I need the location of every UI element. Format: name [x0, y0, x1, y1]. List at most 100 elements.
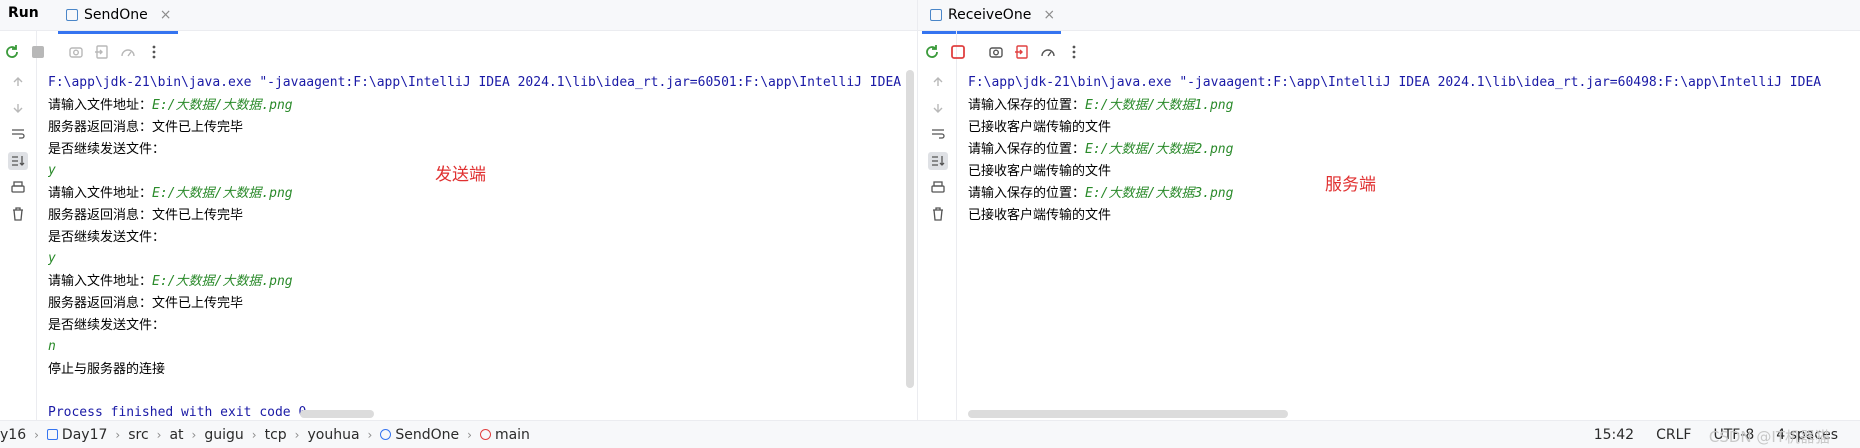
user-input-text: E:/大数据/大数据2.png	[1085, 142, 1234, 157]
console-line: 服务器返回消息：文件已上传完毕	[48, 116, 914, 138]
console-line: y	[48, 248, 914, 270]
prompt-text: 请输入文件地址：	[48, 97, 153, 112]
prompt-text: 请输入文件地址：	[48, 185, 153, 200]
output-text: 是否继续发送文件：	[48, 317, 166, 332]
console-line: 已接收客户端传输的文件	[968, 204, 1838, 226]
arrow-up-icon[interactable]	[10, 74, 26, 90]
command-line-text: F:\app\jdk-21\bin\java.exe "-javaagent:F…	[968, 75, 1822, 90]
send-console-output[interactable]: F:\app\jdk-21\bin\java.exe "-javaagent:F…	[48, 72, 914, 424]
arrow-up-icon[interactable]	[930, 74, 946, 90]
chevron-right-icon: ›	[467, 427, 472, 442]
chevron-right-icon: ›	[156, 427, 162, 442]
chevron-right-icon: ›	[367, 427, 373, 442]
console-line: F:\app\jdk-21\bin\java.exe "-javaagent:F…	[48, 72, 914, 94]
console-line: 请输入文件地址：E:/大数据/大数据.png	[48, 182, 914, 204]
output-text: 是否继续发送文件：	[48, 141, 166, 156]
breadcrumb-item[interactable]: tcp	[265, 427, 287, 443]
console-line: 是否继续发送文件：	[48, 314, 914, 336]
stop-icon[interactable]	[30, 44, 46, 60]
arrow-down-icon[interactable]	[930, 100, 946, 116]
user-input-text: y	[48, 251, 56, 266]
console-line: 服务器返回消息：文件已上传完毕	[48, 204, 914, 226]
gutter-divider	[956, 30, 957, 420]
print-icon[interactable]	[930, 180, 946, 196]
trash-icon[interactable]	[10, 206, 26, 222]
status-bar: y16 › Day17 › src › at › guigu › tcp › youhua › SendOn…	[0, 420, 1860, 448]
server-annotation: 服务端	[1325, 175, 1376, 195]
breadcrumb-item[interactable]: guigu	[204, 427, 243, 443]
sender-annotation: 发送端	[435, 165, 486, 185]
chevron-right-icon: ›	[34, 427, 39, 442]
breadcrumb-item[interactable]: src	[128, 427, 148, 443]
tab-sendone[interactable]: SendOne ×	[58, 0, 177, 34]
output-text: 是否继续发送文件：	[48, 229, 166, 244]
user-input-text: E:/大数据/大数据1.png	[1085, 98, 1234, 113]
pane-divider[interactable]	[917, 0, 918, 447]
user-input-text: E:/大数据/大数据3.png	[1085, 186, 1234, 201]
breadcrumb-item[interactable]: Day17	[62, 427, 107, 443]
import-icon[interactable]	[1014, 44, 1030, 60]
console-line: 请输入文件地址：E:/大数据/大数据.png	[48, 270, 914, 292]
left-horizontal-scrollbar[interactable]	[300, 410, 374, 418]
rerun-icon[interactable]	[4, 44, 20, 60]
soft-wrap-icon[interactable]	[10, 126, 26, 142]
close-icon[interactable]: ×	[160, 7, 172, 23]
prompt-text: 请输入保存的位置：	[968, 97, 1086, 112]
console-line: 请输入保存的位置：E:/大数据/大数据1.png	[968, 94, 1838, 116]
breadcrumb-item[interactable]: SendOne	[395, 427, 459, 443]
caret-position[interactable]: 15:42	[1594, 427, 1634, 443]
camera-icon[interactable]	[68, 44, 84, 60]
chevron-right-icon: ›	[115, 427, 121, 442]
module-icon	[46, 429, 58, 440]
breadcrumb: y16 › Day17 › src › at › guigu › tcp › youhua › SendOn…	[0, 427, 530, 443]
breadcrumb-item[interactable]: youhua	[307, 427, 359, 443]
scroll-to-end-icon[interactable]	[928, 152, 948, 170]
print-icon[interactable]	[10, 180, 26, 196]
left-console-gutter	[0, 74, 36, 232]
scroll-to-end-icon[interactable]	[8, 152, 28, 170]
breadcrumb-item[interactable]: y16	[0, 427, 26, 443]
gutter-divider	[36, 30, 37, 420]
breadcrumb-item[interactable]: at	[169, 427, 183, 443]
console-line: 请输入保存的位置：E:/大数据/大数据3.png	[968, 182, 1838, 204]
profiler-icon[interactable]	[120, 44, 136, 60]
watermark: CSDN @IT机器猫	[1708, 428, 1830, 446]
user-input-text: E:/大数据/大数据.png	[152, 98, 293, 113]
profiler-icon[interactable]	[1040, 44, 1056, 60]
console-line: 已接收客户端传输的文件	[968, 116, 1838, 138]
receive-console-output[interactable]: F:\app\jdk-21\bin\java.exe "-javaagent:F…	[968, 72, 1838, 226]
left-vertical-scrollbar[interactable]	[906, 70, 914, 388]
right-toolbar	[924, 40, 1092, 64]
more-icon[interactable]	[146, 44, 162, 60]
user-input-text: n	[48, 339, 56, 354]
stop-icon[interactable]	[950, 44, 966, 60]
console-line: 请输入保存的位置：E:/大数据/大数据2.png	[968, 138, 1838, 160]
run-config-icon	[930, 9, 942, 21]
trash-icon[interactable]	[930, 206, 946, 222]
camera-icon[interactable]	[988, 44, 1004, 60]
class-icon	[380, 429, 392, 440]
tab-receiveone[interactable]: ReceiveOne ×	[921, 0, 1062, 34]
soft-wrap-icon[interactable]	[930, 126, 946, 142]
console-line: 已接收客户端传输的文件	[968, 160, 1838, 182]
exit-message: Process finished with exit code 0	[48, 405, 307, 420]
output-text: 已接收客户端传输的文件	[968, 207, 1112, 222]
rerun-icon[interactable]	[924, 44, 940, 60]
console-line: n	[48, 336, 914, 358]
user-input-text: E:/大数据/大数据.png	[152, 274, 293, 289]
output-text: 服务器返回消息：文件已上传完毕	[48, 207, 244, 222]
run-tool-window-header: Run SendOne × ReceiveOne ×	[0, 0, 1860, 34]
console-line: 服务器返回消息：文件已上传完毕	[48, 292, 914, 314]
console-line: F:\app\jdk-21\bin\java.exe "-javaagent:F…	[968, 72, 1838, 94]
more-icon[interactable]	[1066, 44, 1082, 60]
import-icon[interactable]	[94, 44, 110, 60]
console-line: 停止与服务器的连接	[48, 358, 914, 380]
right-horizontal-scrollbar[interactable]	[968, 410, 1288, 418]
chevron-right-icon: ›	[294, 427, 300, 442]
breadcrumb-item[interactable]: main	[495, 427, 530, 443]
close-icon[interactable]: ×	[1043, 7, 1055, 23]
output-text: 服务器返回消息：文件已上传完毕	[48, 295, 244, 310]
line-separator[interactable]: CRLF	[1656, 427, 1691, 443]
arrow-down-icon[interactable]	[10, 100, 26, 116]
right-console-gutter	[920, 74, 956, 232]
